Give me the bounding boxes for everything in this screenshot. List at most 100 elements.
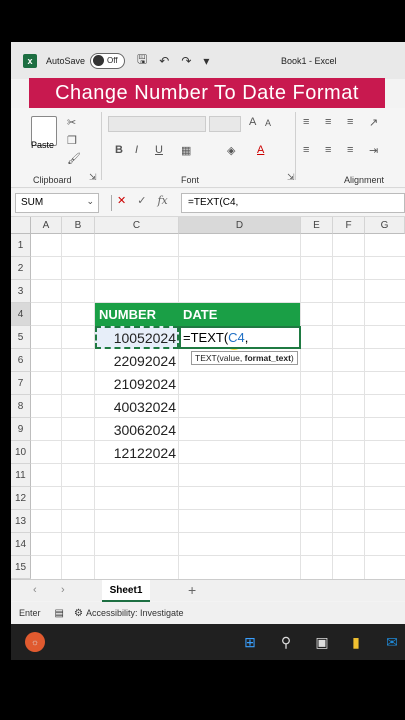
- fill-color-icon[interactable]: ◈: [227, 144, 235, 157]
- function-tooltip: TEXT(value, format_text): [191, 351, 298, 365]
- formula-separator: [111, 195, 112, 211]
- cancel-icon[interactable]: ✕: [117, 194, 126, 207]
- column-header[interactable]: G: [365, 217, 405, 234]
- number-cell[interactable]: 40032024: [95, 395, 179, 418]
- font-size-box[interactable]: [209, 116, 241, 132]
- tooltip-function: TEXT(value,: [195, 353, 245, 363]
- excel-logo-icon: x: [23, 53, 37, 68]
- task-view-icon[interactable]: ▣: [311, 631, 333, 653]
- align-top-icon[interactable]: ≡: [303, 116, 309, 128]
- grid-line: [31, 417, 405, 418]
- clipboard-group-label: Clipboard: [33, 175, 72, 185]
- column-header[interactable]: B: [62, 217, 95, 234]
- redo-icon[interactable]: ↷: [181, 54, 191, 68]
- outlook-icon[interactable]: ✉: [381, 631, 403, 653]
- sheet-tab-bar: ‹ › Sheet1 +: [11, 579, 405, 602]
- italic-button[interactable]: I: [135, 144, 138, 156]
- font-color-icon[interactable]: A: [257, 144, 264, 156]
- number-cell[interactable]: 22092024: [95, 349, 179, 372]
- search-icon[interactable]: ⚲: [275, 631, 297, 653]
- bold-button[interactable]: B: [115, 144, 123, 156]
- grid-line: [300, 234, 301, 579]
- insert-function-icon[interactable]: fx: [157, 194, 167, 207]
- toggle-knob: [93, 55, 105, 66]
- row-header[interactable]: 4: [11, 303, 31, 326]
- row-header[interactable]: 8: [11, 395, 31, 418]
- row-header[interactable]: 3: [11, 280, 31, 303]
- column-header[interactable]: A: [31, 217, 62, 234]
- row-header[interactable]: 6: [11, 349, 31, 372]
- column-header[interactable]: F: [333, 217, 365, 234]
- file-explorer-icon[interactable]: ▮: [345, 631, 367, 653]
- cut-icon[interactable]: ✂: [67, 116, 76, 129]
- number-cell[interactable]: 10052024: [95, 326, 179, 349]
- align-bottom-icon[interactable]: ≡: [347, 116, 353, 128]
- font-name-box[interactable]: [108, 116, 206, 132]
- align-middle-icon[interactable]: ≡: [325, 116, 331, 128]
- grid-line: [31, 440, 405, 441]
- underline-button[interactable]: U: [155, 144, 163, 156]
- formula-reference: C4: [228, 330, 245, 345]
- tooltip-end: ): [290, 353, 294, 363]
- macro-record-icon[interactable]: ▤: [55, 608, 64, 619]
- start-icon[interactable]: ⊞: [239, 631, 261, 653]
- next-sheet-icon[interactable]: ›: [61, 584, 65, 596]
- increase-font-icon[interactable]: A: [249, 116, 256, 128]
- row-header[interactable]: 14: [11, 533, 31, 556]
- chevron-down-icon[interactable]: ⌄: [86, 196, 94, 207]
- select-all-corner[interactable]: [11, 217, 31, 234]
- previous-sheet-icon[interactable]: ‹: [33, 584, 37, 596]
- format-painter-icon[interactable]: 🖌: [67, 152, 81, 165]
- header-date[interactable]: DATE: [183, 303, 217, 326]
- number-cell[interactable]: 21092024: [95, 372, 179, 395]
- row-header[interactable]: 1: [11, 234, 31, 257]
- clipboard-launcher-icon[interactable]: ⇲: [89, 172, 97, 183]
- row-header[interactable]: 7: [11, 372, 31, 395]
- save-icon[interactable]: 🖫: [137, 50, 147, 71]
- align-left-icon[interactable]: ≡: [303, 144, 309, 156]
- grid-line: [31, 371, 405, 372]
- row-header[interactable]: 15: [11, 556, 31, 579]
- orientation-icon[interactable]: ↗: [369, 116, 378, 129]
- book-title: Book1 - Excel: [281, 56, 337, 66]
- row-header[interactable]: 12: [11, 487, 31, 510]
- header-number[interactable]: NUMBER: [99, 303, 156, 326]
- number-cell[interactable]: 30062024: [95, 418, 179, 441]
- row-header[interactable]: 13: [11, 510, 31, 533]
- customize-toolbar-icon[interactable]: ▾: [203, 54, 209, 68]
- decrease-font-icon[interactable]: A: [265, 118, 271, 128]
- font-launcher-icon[interactable]: ⇲: [287, 172, 295, 183]
- accessibility-status[interactable]: Accessibility: Investigate: [86, 608, 184, 618]
- add-sheet-button[interactable]: +: [188, 582, 196, 598]
- number-cell[interactable]: 12122024: [95, 441, 179, 464]
- indent-icon[interactable]: ⇥: [369, 144, 378, 157]
- weather-widget-icon[interactable]: ☼: [25, 632, 45, 652]
- sheet-tab-active[interactable]: Sheet1: [102, 580, 150, 602]
- name-box[interactable]: SUM ⌄: [15, 193, 99, 213]
- paste-label[interactable]: Paste: [31, 140, 54, 150]
- formula-input[interactable]: =TEXT(C4,: [181, 193, 405, 213]
- row-header[interactable]: 9: [11, 418, 31, 441]
- ribbon-separator: [101, 112, 102, 180]
- row-header[interactable]: 11: [11, 464, 31, 487]
- grid-line: [31, 555, 405, 556]
- cell-mode: Enter: [19, 608, 41, 618]
- grid-line: [31, 509, 405, 510]
- borders-icon[interactable]: ▦: [181, 144, 191, 157]
- column-header[interactable]: C: [95, 217, 179, 234]
- column-header[interactable]: E: [301, 217, 333, 234]
- tooltip-argument: format_text: [244, 353, 291, 363]
- enter-icon[interactable]: ✓: [137, 194, 146, 207]
- align-right-icon[interactable]: ≡: [347, 144, 353, 156]
- worksheet-grid[interactable]: A B C D E F G 1 2 3 4 5 6 7 8 9 10 11 12…: [11, 217, 405, 579]
- editing-cell-d4[interactable]: =TEXT(C4,: [179, 326, 301, 349]
- undo-icon[interactable]: ↶: [159, 54, 169, 68]
- column-header[interactable]: D: [179, 217, 301, 234]
- caption-overlay: Change Number To Date Format: [29, 78, 385, 108]
- align-center-icon[interactable]: ≡: [325, 144, 331, 156]
- row-header[interactable]: 2: [11, 257, 31, 280]
- row-header[interactable]: 10: [11, 441, 31, 464]
- copy-icon[interactable]: ❐: [67, 134, 77, 147]
- row-header[interactable]: 5: [11, 326, 31, 349]
- autosave-toggle[interactable]: Off: [90, 52, 126, 69]
